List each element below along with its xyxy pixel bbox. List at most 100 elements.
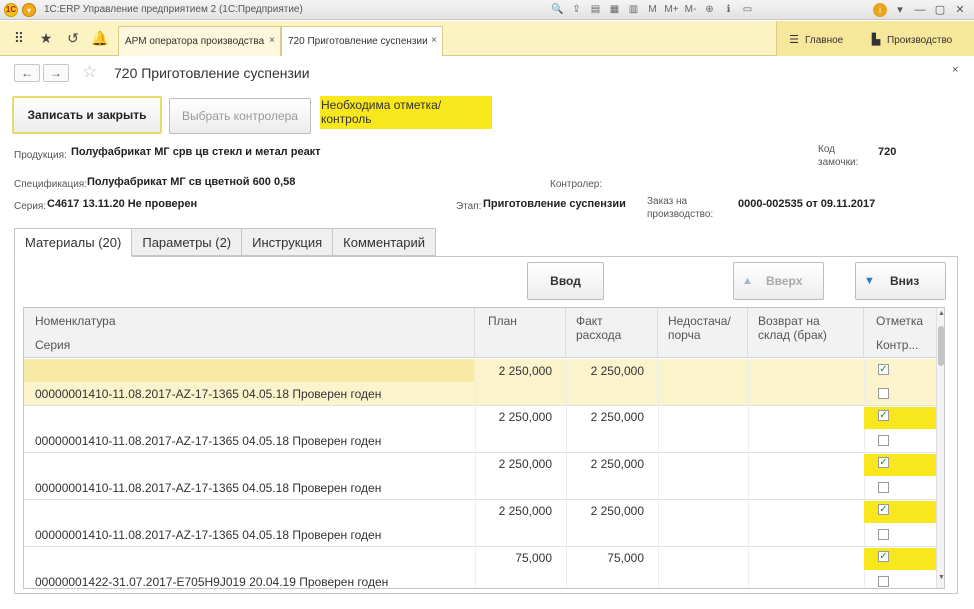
- plan-cell: 2 250,000: [498, 410, 552, 424]
- nav-production[interactable]: ▙ Производство: [869, 33, 952, 46]
- fact-cell: 2 250,000: [590, 504, 644, 518]
- forward-button[interactable]: →: [43, 64, 69, 82]
- back-button[interactable]: ←: [14, 64, 40, 82]
- materials-table[interactable]: Номенклатура Серия План Факт расхода Нед…: [23, 307, 945, 589]
- mark-checkbox[interactable]: ✓: [878, 551, 889, 562]
- col-nomenclature[interactable]: Номенклатура Серия: [24, 308, 475, 358]
- control-checkbox[interactable]: [878, 435, 889, 446]
- apps-grid-icon[interactable]: ⠿: [8, 28, 30, 48]
- scroll-up-icon[interactable]: ▲: [937, 310, 944, 317]
- tab-parameters[interactable]: Параметры (2): [132, 228, 243, 256]
- section-bar: ⠿ ★ ↺ 🔔 АРМ оператора производства × 720…: [0, 21, 974, 56]
- mark-highlight: [864, 407, 936, 429]
- upload-icon[interactable]: ⇪: [567, 3, 586, 17]
- close-icon[interactable]: ✕: [950, 2, 970, 18]
- col-shortage[interactable]: Недостача/ порча: [658, 308, 748, 358]
- window-controls: i ▾ — ▢ ✕: [870, 2, 970, 18]
- maximize-icon[interactable]: ▢: [930, 2, 950, 18]
- input-button[interactable]: Ввод: [527, 262, 604, 300]
- factory-icon: ▙: [871, 34, 881, 46]
- open-tab-arm[interactable]: АРМ оператора производства ×: [118, 26, 281, 56]
- stage-value: Приготовление суспензии: [483, 198, 626, 210]
- control-checkbox[interactable]: [878, 576, 889, 587]
- main-menu-icon[interactable]: ▾: [22, 3, 36, 17]
- fact-cell: 2 250,000: [590, 457, 644, 471]
- window-toolbar: 🔍 ⇪ ▤ ▦ ▥ M M+ M- ⊕ ℹ ▭: [548, 3, 757, 17]
- table-row[interactable]: 2 250,000 2 250,000 00000001410-11.08.20…: [24, 453, 936, 500]
- move-up-button[interactable]: ▲ Вверх: [733, 262, 824, 300]
- table-row[interactable]: 2 250,000 2 250,000 00000001410-11.08.20…: [24, 500, 936, 547]
- mark-checkbox[interactable]: ✓: [878, 504, 889, 515]
- memory-minus-icon[interactable]: M-: [681, 3, 700, 17]
- table-row[interactable]: 2 250,000 2 250,000 00000001410-11.08.20…: [24, 359, 936, 406]
- panels-icon[interactable]: ▭: [738, 3, 757, 17]
- favorites-star-icon[interactable]: ★: [35, 28, 57, 48]
- mark-cell: ✓: [864, 453, 936, 500]
- code-value: 720: [878, 146, 897, 158]
- memory-plus-icon[interactable]: M+: [662, 3, 681, 17]
- control-checkbox[interactable]: [878, 388, 889, 399]
- table-scrollbar[interactable]: ▲ ▼: [936, 308, 944, 588]
- move-down-button[interactable]: ▼ Вниз: [855, 262, 946, 300]
- open-tab-720[interactable]: 720 Приготовление суспензии ×: [281, 26, 443, 56]
- table-row[interactable]: 2 250,000 2 250,000 00000001410-11.08.20…: [24, 406, 936, 453]
- calendar-icon[interactable]: ▥: [624, 3, 643, 17]
- save-and-close-button[interactable]: Записать и закрыть: [12, 96, 162, 134]
- col-mark[interactable]: Отметка Контр...: [864, 308, 936, 358]
- close-icon[interactable]: ×: [431, 35, 437, 46]
- tab-materials[interactable]: Материалы (20): [14, 228, 133, 257]
- col-return[interactable]: Возврат на склад (брак): [748, 308, 864, 358]
- product-value: Полуфабрикат МГ срв цв стекл и метал реа…: [71, 146, 321, 158]
- code-label: Код замочки:: [818, 144, 859, 168]
- memory-icon[interactable]: M: [643, 3, 662, 17]
- window-titlebar: 1С ▾ 1С:ERP Управление предприятием 2 (1…: [0, 0, 974, 20]
- col-plan[interactable]: План: [475, 308, 566, 358]
- product-label: Продукция:: [14, 150, 67, 161]
- scroll-down-icon[interactable]: ▼: [937, 574, 944, 581]
- chevron-down-icon[interactable]: ▾: [890, 2, 910, 18]
- control-checkbox[interactable]: [878, 482, 889, 493]
- fact-cell: 2 250,000: [590, 364, 644, 378]
- stage-label: Этап:: [456, 201, 482, 212]
- tab-comment[interactable]: Комментарий: [333, 228, 437, 256]
- table-header: Номенклатура Серия План Факт расхода Нед…: [24, 308, 936, 358]
- page-title: 720 Приготовление суспензии: [114, 65, 310, 81]
- control-checkbox[interactable]: [878, 529, 889, 540]
- choose-controller-button[interactable]: Выбрать контролера: [169, 98, 311, 134]
- help-icon[interactable]: i: [873, 3, 887, 17]
- print-icon[interactable]: ▤: [586, 3, 605, 17]
- mark-cell: ✓: [864, 500, 936, 547]
- spec-value: Полуфабрикат МГ св цветной 600 0,58: [87, 176, 296, 188]
- series-label: Серия:: [14, 201, 47, 212]
- app-logo-icon: 1С: [4, 3, 18, 17]
- plan-cell: 2 250,000: [498, 504, 552, 518]
- bell-icon[interactable]: 🔔: [89, 28, 111, 48]
- zoom-icon[interactable]: ⊕: [700, 3, 719, 17]
- close-icon[interactable]: ×: [269, 35, 275, 46]
- table-row[interactable]: 75,000 75,000 00000001422-31.07.2017-E70…: [24, 547, 936, 588]
- section-nav: ☰ Главное ▙ Производство: [776, 21, 974, 56]
- mark-checkbox[interactable]: ✓: [878, 364, 889, 375]
- minimize-icon[interactable]: —: [910, 2, 930, 18]
- nomenclature-cell: [24, 359, 474, 382]
- series-cell: 00000001410-11.08.2017-AZ-17-1365 04.05.…: [35, 434, 382, 448]
- series-cell: 00000001410-11.08.2017-AZ-17-1365 04.05.…: [35, 387, 382, 401]
- series-cell: 00000001410-11.08.2017-AZ-17-1365 04.05.…: [35, 528, 382, 542]
- form-close-icon[interactable]: ×: [952, 64, 958, 76]
- fact-cell: 75,000: [607, 551, 644, 565]
- mark-checkbox[interactable]: ✓: [878, 457, 889, 468]
- document-icon[interactable]: ▦: [605, 3, 624, 17]
- favorite-star-icon[interactable]: ☆: [82, 62, 97, 82]
- nav-main[interactable]: ☰ Главное: [787, 33, 843, 46]
- info-icon[interactable]: ℹ: [719, 3, 738, 17]
- order-value: 0000-002535 от 09.11.2017: [738, 198, 876, 210]
- mark-checkbox[interactable]: ✓: [878, 410, 889, 421]
- tab-instruction[interactable]: Инструкция: [242, 228, 334, 256]
- mark-highlight: [864, 501, 936, 523]
- scroll-thumb[interactable]: [938, 326, 944, 366]
- history-icon[interactable]: ↺: [62, 28, 84, 48]
- plan-cell: 2 250,000: [498, 457, 552, 471]
- col-fact[interactable]: Факт расхода: [566, 308, 658, 358]
- series-cell: 00000001410-11.08.2017-AZ-17-1365 04.05.…: [35, 481, 382, 495]
- search-icon[interactable]: 🔍: [548, 3, 567, 17]
